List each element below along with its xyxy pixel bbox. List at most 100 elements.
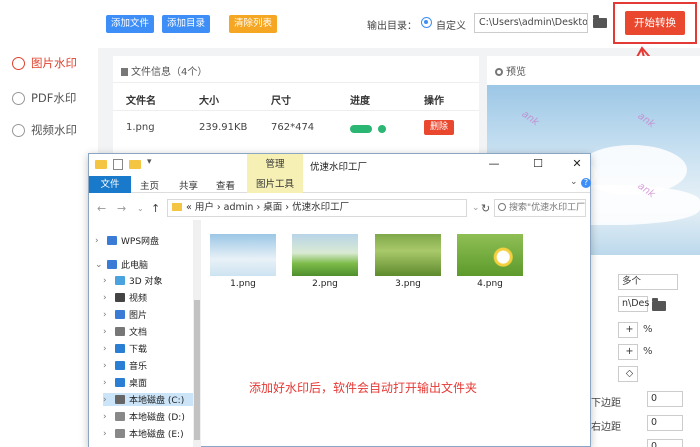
tab-view[interactable]: 查看 bbox=[216, 178, 235, 192]
file-info-title: 文件信息（4个） bbox=[121, 63, 207, 78]
checkbox-icon[interactable] bbox=[113, 159, 123, 170]
file-explorer-window: ▾ 管理 优速水印工厂 — ☐ ✕ 文件 主页 共享 查看 图片工具 ⌄ ? ←… bbox=[88, 153, 591, 447]
chevron-icon[interactable]: › bbox=[103, 344, 111, 354]
drive-icon bbox=[115, 412, 125, 421]
tree-item[interactable]: › 视频 bbox=[103, 291, 147, 305]
doc-icon bbox=[115, 327, 125, 336]
address-field[interactable]: « 用户 › admin › 桌面 › 优速水印工厂 bbox=[167, 199, 467, 217]
file-info-panel: 文件信息（4个） 文件名 大小 尺寸 进度 操作 1.png 239.91KB … bbox=[113, 56, 479, 156]
tab-picture-tools[interactable]: 图片工具 bbox=[247, 176, 303, 193]
up-icon[interactable]: ↑ bbox=[151, 202, 160, 215]
column-header-size: 大小 bbox=[199, 96, 219, 107]
address-bar-row: ← → ⌄ ↑ « 用户 › admin › 桌面 › 优速水印工厂 ⌄ ↻ 搜… bbox=[89, 194, 590, 220]
chevron-icon[interactable]: › bbox=[103, 293, 111, 303]
chevron-icon[interactable]: › bbox=[103, 276, 111, 286]
folder-icon[interactable] bbox=[593, 15, 607, 28]
file-thumbnail-1[interactable] bbox=[210, 234, 276, 276]
maximize-icon[interactable]: ☐ bbox=[530, 157, 546, 170]
tree-item[interactable]: ⌄ 此电脑 bbox=[95, 258, 149, 272]
file-thumbnail-4[interactable] bbox=[457, 234, 523, 276]
nav-item-image-watermark[interactable]: 图片水印 bbox=[12, 55, 77, 71]
custom-radio[interactable] bbox=[421, 17, 432, 28]
increment-button[interactable]: + bbox=[618, 322, 638, 338]
cloud-icon bbox=[107, 236, 117, 245]
scrollbar-thumb[interactable] bbox=[194, 300, 200, 440]
refresh-icon[interactable]: ↻ bbox=[481, 202, 490, 215]
watermark-path-field[interactable]: n\Des bbox=[618, 296, 649, 312]
search-input[interactable]: 搜索"优速水印工厂" bbox=[494, 199, 586, 217]
custom-radio-label: 自定义 bbox=[436, 21, 466, 32]
nav-item-pdf-watermark[interactable]: PDF水印 bbox=[12, 90, 76, 106]
file-label-4[interactable]: 4.png bbox=[457, 279, 523, 289]
clear-list-button[interactable]: 清除列表 bbox=[229, 15, 278, 33]
file-thumbnail-2[interactable] bbox=[292, 234, 358, 276]
column-header-name: 文件名 bbox=[126, 96, 156, 107]
file-label-1[interactable]: 1.png bbox=[210, 279, 276, 289]
search-placeholder: 搜索"优速水印工厂" bbox=[509, 203, 586, 213]
tree-item[interactable]: › 本地磁盘 (D:) bbox=[103, 410, 185, 424]
chevron-icon[interactable]: › bbox=[103, 361, 111, 371]
pc-icon bbox=[107, 260, 117, 269]
stepper-button[interactable]: ◇ bbox=[618, 366, 638, 382]
annotation-notice-text: 添加好水印后，软件会自动打开输出文件夹 bbox=[249, 381, 478, 395]
chevron-icon[interactable]: › bbox=[103, 310, 111, 320]
tree-item[interactable]: › 图片 bbox=[103, 308, 147, 322]
file-size-cell: 239.91KB bbox=[199, 122, 248, 133]
tree-item[interactable]: › 3D 对象 bbox=[103, 274, 163, 288]
tree-item[interactable]: › WPS网盘 bbox=[95, 234, 159, 248]
window-title: 优速水印工厂 bbox=[310, 162, 368, 173]
column-header-dimensions: 尺寸 bbox=[271, 96, 291, 107]
minimize-icon[interactable]: — bbox=[486, 157, 502, 170]
tree-scrollbar[interactable] bbox=[193, 220, 201, 447]
folder-icon[interactable] bbox=[129, 160, 141, 169]
increment-button[interactable]: + bbox=[618, 344, 638, 360]
tree-item-label: 本地磁盘 (D:) bbox=[129, 413, 185, 423]
chevron-icon[interactable]: › bbox=[103, 327, 111, 337]
tree-item[interactable]: › 文档 bbox=[103, 325, 147, 339]
help-icon[interactable]: ? bbox=[581, 178, 591, 188]
margin-input[interactable]: 0 bbox=[647, 391, 683, 407]
tree-item[interactable]: › 本地磁盘 (E:) bbox=[103, 427, 184, 441]
image-icon bbox=[115, 310, 125, 319]
back-icon[interactable]: ← bbox=[97, 202, 106, 215]
tree-item-label: 音乐 bbox=[129, 362, 148, 372]
dropdown-icon[interactable]: ▾ bbox=[147, 157, 152, 167]
chevron-down-icon[interactable]: ⌄ bbox=[570, 177, 578, 187]
tree-item-label: 此电脑 bbox=[121, 261, 149, 271]
tab-manage[interactable]: 管理 bbox=[247, 154, 303, 176]
tree-item[interactable]: › 下载 bbox=[103, 342, 148, 356]
nav-item-video-watermark[interactable]: 视频水印 bbox=[12, 122, 77, 138]
recent-dropdown-icon[interactable]: ⌄ bbox=[137, 204, 144, 213]
chevron-icon[interactable]: › bbox=[103, 429, 111, 439]
add-file-button[interactable]: 添加文件 bbox=[106, 15, 155, 33]
chevron-icon[interactable]: › bbox=[103, 378, 111, 388]
chevron-icon[interactable]: › bbox=[103, 412, 111, 422]
chevron-icon[interactable]: ⌄ bbox=[95, 260, 103, 270]
tab-share[interactable]: 共享 bbox=[179, 178, 198, 192]
forward-icon[interactable]: → bbox=[117, 202, 126, 215]
tree-item[interactable]: › 音乐 bbox=[103, 359, 148, 373]
navigation-tree: › WPS网盘 ⌄ 此电脑 › 3D 对象 › 视频 › 图片 › 文档 › 下载 › 音乐 › 桌面 › 本地磁盘 … bbox=[89, 220, 193, 447]
tab-file[interactable]: 文件 bbox=[89, 176, 131, 193]
margin-input[interactable]: 0 bbox=[647, 439, 683, 447]
file-label-3[interactable]: 3.png bbox=[375, 279, 441, 289]
tab-home[interactable]: 主页 bbox=[140, 178, 159, 192]
add-directory-button[interactable]: 添加目录 bbox=[162, 15, 211, 33]
drive-icon bbox=[115, 429, 125, 438]
tree-item-label: 桌面 bbox=[129, 379, 148, 389]
tree-item[interactable]: › 桌面 bbox=[103, 376, 148, 390]
chevron-icon[interactable]: › bbox=[95, 236, 103, 246]
tree-item[interactable]: › 本地磁盘 (C:) bbox=[103, 393, 193, 406]
watermark-count-select[interactable]: 多个 bbox=[618, 274, 678, 290]
search-icon bbox=[498, 203, 506, 211]
file-thumbnail-3[interactable] bbox=[375, 234, 441, 276]
close-icon[interactable]: ✕ bbox=[569, 157, 585, 170]
margin-input[interactable]: 0 bbox=[647, 415, 683, 431]
address-dropdown-icon[interactable]: ⌄ bbox=[472, 203, 480, 213]
file-label-2[interactable]: 2.png bbox=[292, 279, 358, 289]
output-path-field[interactable]: C:\Users\admin\Deskto bbox=[474, 13, 588, 33]
tree-item-label: 下载 bbox=[129, 345, 148, 355]
delete-button[interactable]: 删除 bbox=[424, 120, 454, 135]
chevron-icon[interactable]: › bbox=[103, 395, 111, 405]
folder-icon[interactable] bbox=[652, 298, 666, 311]
